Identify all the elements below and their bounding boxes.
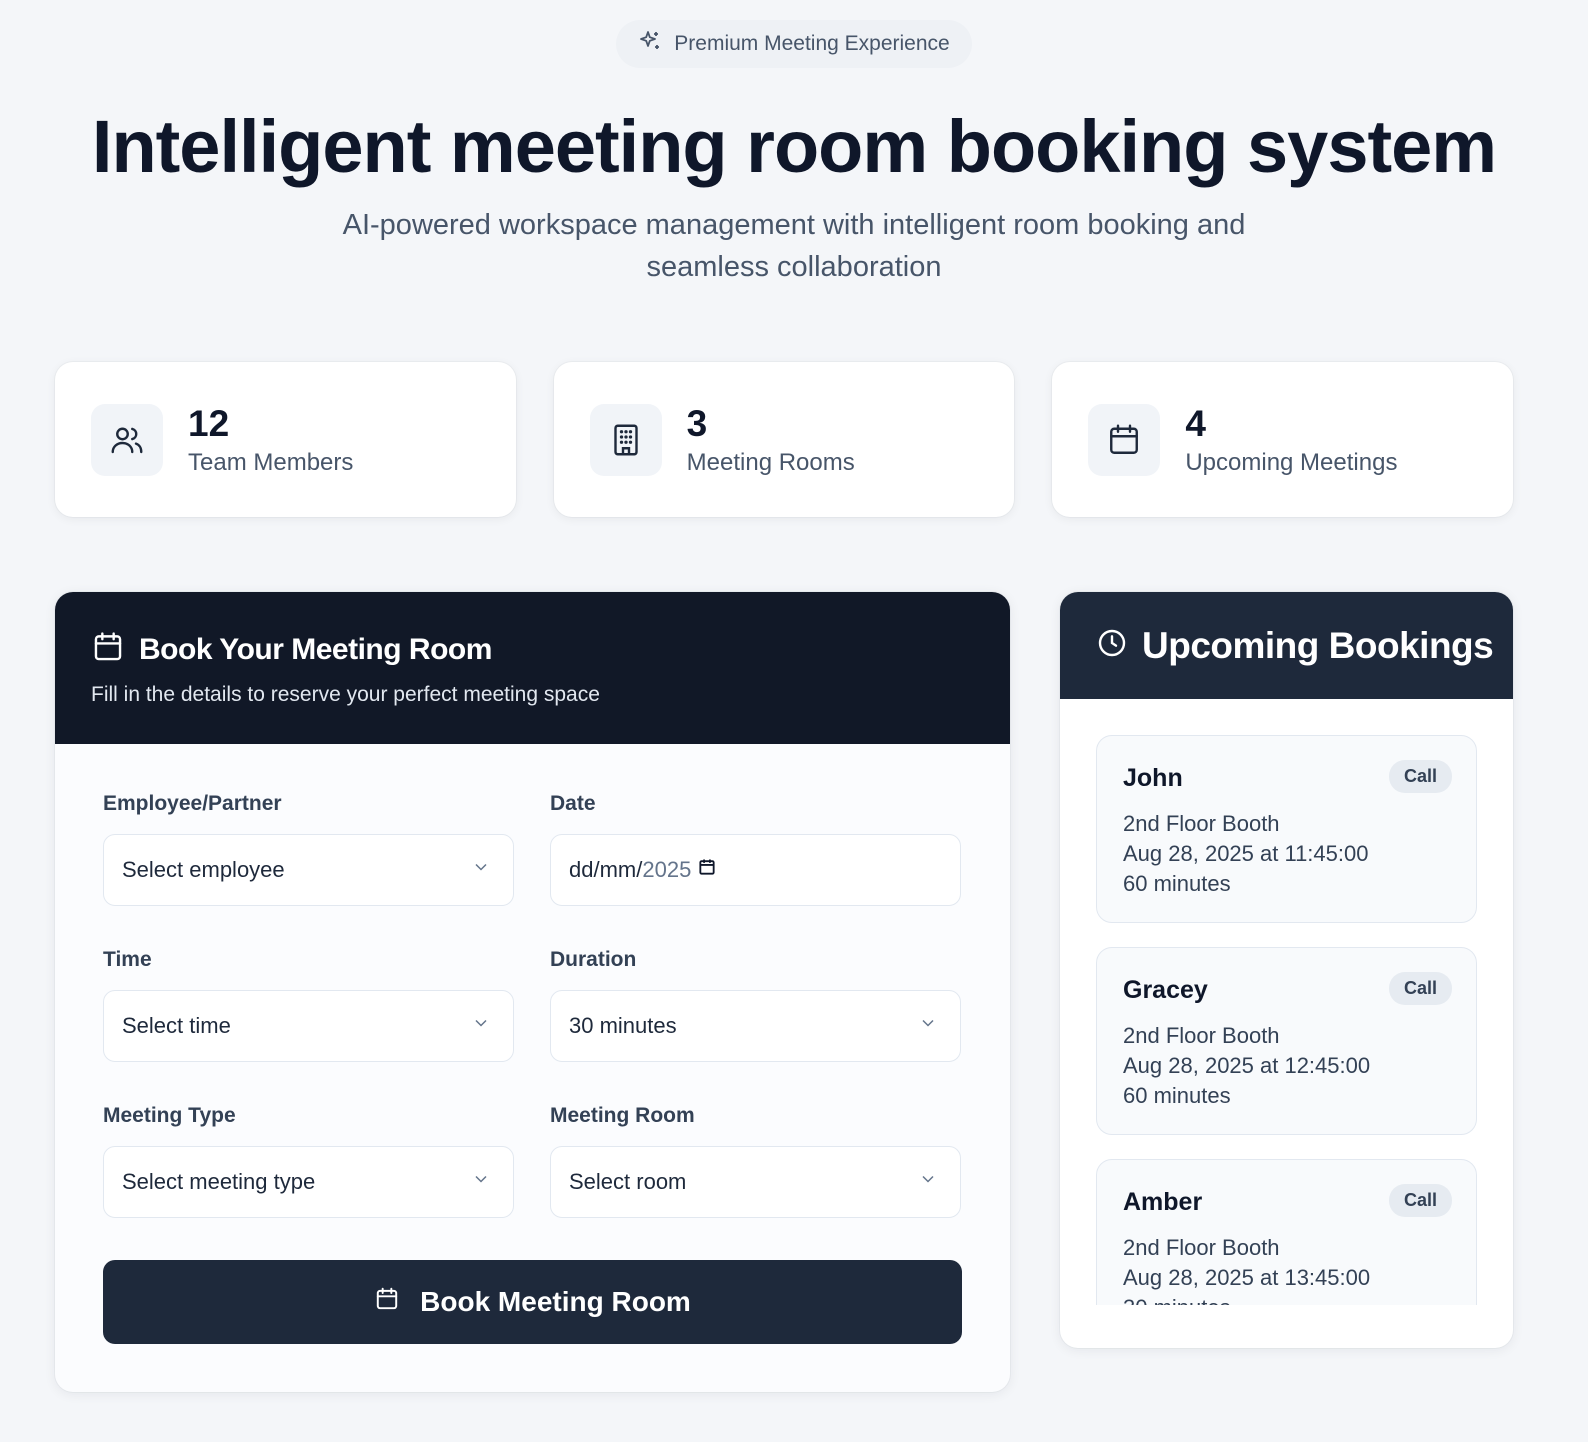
booking-card[interactable]: Gracey Call 2nd Floor Booth Aug 28, 2025… xyxy=(1096,947,1477,1135)
stat-value: 4 xyxy=(1185,402,1206,444)
time-label: Time xyxy=(103,948,152,971)
time-select[interactable]: Select time xyxy=(103,990,514,1062)
stat-card-meeting-rooms: 3 Meeting Rooms xyxy=(553,362,1015,517)
booking-room: 2nd Floor Booth xyxy=(1123,811,1280,836)
meeting-type-select-value: Select meeting type xyxy=(122,1169,316,1194)
calendar-icon xyxy=(374,1286,400,1319)
date-format: dd/mm/ xyxy=(569,857,643,882)
booking-form-subtitle: Fill in the details to reserve your perf… xyxy=(91,683,600,706)
chevron-down-icon xyxy=(471,857,491,883)
date-value: dd/mm/2025 xyxy=(569,857,691,883)
booking-duration: 60 minutes xyxy=(1123,1083,1231,1108)
users-icon xyxy=(91,403,163,476)
page-title: Intelligent meeting room booking system xyxy=(91,105,1497,188)
sparkles-icon xyxy=(638,29,662,59)
stat-label: Upcoming Meetings xyxy=(1185,448,1398,476)
meeting-type-select[interactable]: Select meeting type xyxy=(103,1146,514,1218)
top-badge-wrap: Premium Meeting Experience xyxy=(0,20,1588,68)
duration-select-value: 30 minutes xyxy=(569,1013,677,1038)
booking-duration: 30 minutes xyxy=(1123,1293,1452,1305)
stat-card-team-members: 12 Team Members xyxy=(55,362,516,517)
chevron-down-icon xyxy=(918,1013,938,1039)
date-year: 2025 xyxy=(642,857,692,882)
booking-datetime: Aug 28, 2025 at 11:45:00 xyxy=(1123,841,1369,866)
upcoming-bookings-title: Upcoming Bookings xyxy=(1142,624,1494,666)
employee-label: Employee/Partner xyxy=(103,792,282,815)
calendar-picker-icon[interactable] xyxy=(697,857,717,883)
booking-type-badge: Call xyxy=(1388,972,1452,1005)
clock-icon xyxy=(1096,627,1128,664)
stat-label: Team Members xyxy=(188,448,354,476)
book-meeting-room-label: Book Meeting Room xyxy=(420,1286,691,1317)
stat-value: 3 xyxy=(686,402,708,444)
upcoming-bookings-panel: Upcoming Bookings John Call 2nd Floor Bo… xyxy=(1060,592,1513,1348)
booking-datetime: Aug 28, 2025 at 13:45:00 xyxy=(1123,1265,1371,1290)
booking-card[interactable]: John Call 2nd Floor Booth Aug 28, 2025 a… xyxy=(1096,735,1477,923)
page-subtitle: AI-powered workspace management with int… xyxy=(342,209,1246,283)
chevron-down-icon xyxy=(471,1169,491,1195)
meeting-room-select-value: Select room xyxy=(569,1169,687,1194)
stat-card-upcoming-meetings: 4 Upcoming Meetings xyxy=(1052,362,1514,517)
employee-select-value: Select employee xyxy=(122,857,285,882)
date-input[interactable]: dd/mm/2025 xyxy=(550,834,961,906)
booking-form-card: Book Your Meeting Room Fill in the detai… xyxy=(55,592,1010,1392)
book-meeting-room-button[interactable]: Book Meeting Room xyxy=(103,1260,962,1344)
stat-value: 12 xyxy=(188,402,230,444)
booking-form-title: Book Your Meeting Room xyxy=(139,632,492,666)
upcoming-bookings-list[interactable]: John Call 2nd Floor Booth Aug 28, 2025 a… xyxy=(1096,735,1477,1305)
booking-type-badge: Call xyxy=(1388,1184,1452,1217)
duration-label: Duration xyxy=(550,948,637,971)
upcoming-bookings-header: Upcoming Bookings xyxy=(1060,592,1513,699)
duration-select[interactable]: 30 minutes xyxy=(550,990,961,1062)
calendar-icon xyxy=(1088,403,1161,476)
stats-row: 12 Team Members 3 Meeting Rooms 4 Upcomi… xyxy=(55,362,1514,517)
booking-duration: 60 minutes xyxy=(1123,871,1231,896)
booking-form: Employee/Partner Select employee Date dd… xyxy=(103,792,962,1344)
building-icon xyxy=(589,403,662,476)
time-select-value: Select time xyxy=(122,1013,231,1038)
meeting-room-select[interactable]: Select room xyxy=(550,1146,961,1218)
meeting-room-label: Meeting Room xyxy=(550,1104,695,1127)
booking-room: 2nd Floor Booth xyxy=(1123,1023,1280,1048)
booking-form-header: Book Your Meeting Room Fill in the detai… xyxy=(55,592,1010,744)
premium-badge-label: Premium Meeting Experience xyxy=(674,32,950,55)
date-label: Date xyxy=(550,792,596,815)
premium-badge: Premium Meeting Experience xyxy=(616,20,972,68)
booking-datetime: Aug 28, 2025 at 12:45:00 xyxy=(1123,1053,1371,1078)
chevron-down-icon xyxy=(471,1013,491,1039)
meeting-type-label: Meeting Type xyxy=(103,1104,236,1127)
booking-room: 2nd Floor Booth xyxy=(1123,1235,1280,1260)
chevron-down-icon xyxy=(918,1169,938,1195)
employee-select[interactable]: Select employee xyxy=(103,834,514,906)
stat-label: Meeting Rooms xyxy=(686,448,855,476)
calendar-icon xyxy=(91,630,125,669)
booking-card[interactable]: Amber Call 2nd Floor Booth Aug 28, 2025 … xyxy=(1096,1159,1477,1305)
booking-type-badge: Call xyxy=(1388,760,1452,793)
